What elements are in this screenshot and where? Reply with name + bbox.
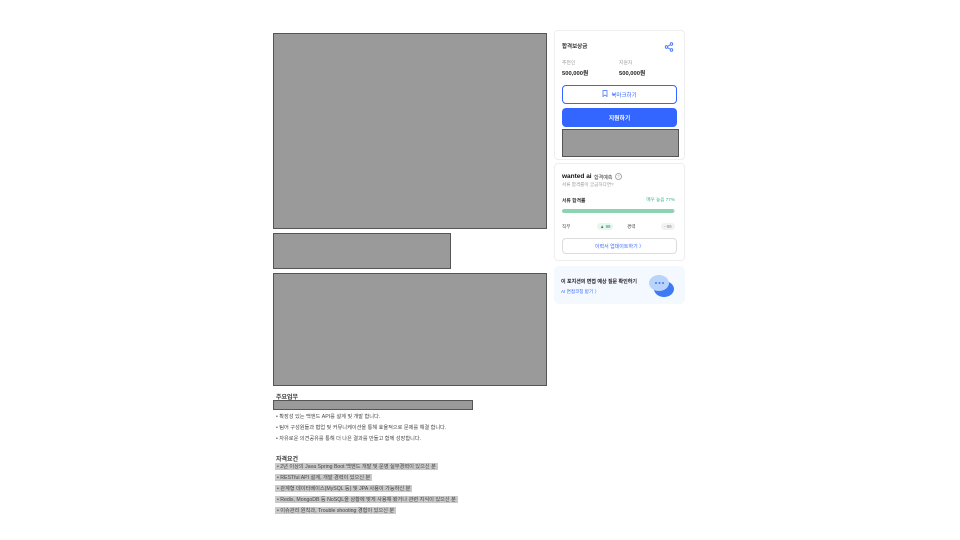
description-placeholder bbox=[273, 273, 547, 386]
chat-bubble-icon bbox=[647, 272, 677, 300]
duty-item: • 팀어 구성원들과 협업 및 커뮤니케이션을 통해 효율적으로 문제를 해결 … bbox=[276, 425, 447, 431]
duty-item: • 확장성 있는 백엔드 API를 설계 및 개발 합니다. bbox=[276, 414, 381, 420]
share-icon[interactable] bbox=[663, 40, 675, 52]
applicant-value: 500,000원 bbox=[619, 71, 646, 77]
referrer-label: 추천인 bbox=[562, 61, 576, 66]
requirements-title: 자격요건 bbox=[276, 457, 299, 463]
referrer-value: 500,000원 bbox=[562, 71, 589, 77]
applicant-label: 지원자 bbox=[619, 61, 633, 66]
update-resume-button[interactable]: 이력서 업데이트하기 〉 bbox=[562, 238, 677, 254]
bookmark-icon bbox=[602, 90, 608, 99]
reward-title: 합격보상금 bbox=[562, 44, 588, 50]
ai-prediction-card: wanted ai 합격예측 ? 서류 합격률이 궁금하다면? 서류 합격률 매… bbox=[554, 163, 685, 261]
duty-item: • 자유로운 의견공유를 통해 더 나은 결과를 만들고 함께 성장합니다. bbox=[276, 436, 422, 442]
pass-rate-label: 서류 합격률 bbox=[562, 199, 586, 204]
main-image-placeholder bbox=[273, 33, 547, 229]
duties-highlight-placeholder bbox=[273, 400, 473, 410]
reward-card: 합격보상금 추천인 지원자 500,000원 500,000원 북마크하기 지원… bbox=[554, 30, 685, 160]
interview-coaching-link[interactable]: AI 면접코칭 받기 〉 bbox=[561, 289, 599, 295]
requirement-item: • 2년 이상의 Java Spring Boot 백엔드 개발 및 운영 실무… bbox=[275, 463, 438, 470]
pass-rate-value: 매우 높음 77% bbox=[646, 197, 675, 202]
interview-coaching-card[interactable]: 이 포지션의 면접 예상 질문 확인하기 AI 면접코칭 받기 〉 bbox=[554, 266, 685, 304]
bookmark-label: 북마크하기 bbox=[611, 92, 637, 99]
interview-title: 이 포지션의 면접 예상 질문 확인하기 bbox=[561, 279, 637, 285]
job-metric-chip: ▲ 99 bbox=[597, 223, 614, 230]
pass-rate-bar-fill bbox=[562, 209, 674, 213]
ai-subtitle: 서류 합격률이 궁금하다면? bbox=[562, 182, 614, 187]
experience-metric-chip: - 99 bbox=[661, 223, 675, 230]
bookmark-button[interactable]: 북마크하기 bbox=[562, 85, 677, 104]
requirement-item: • RESTful API 설계, 개발 경력이 있으신 분 bbox=[275, 474, 373, 481]
requirement-item: • 이슈관리 원칙과, Trouble shooting 경험이 있으신 분 bbox=[275, 507, 397, 514]
experience-metric-label: 경력 bbox=[627, 224, 636, 229]
job-metric-label: 직무 bbox=[562, 224, 571, 229]
company-info-placeholder bbox=[273, 233, 451, 269]
ai-prediction-name: 합격예측 bbox=[594, 175, 613, 181]
reward-extra-placeholder bbox=[562, 129, 679, 157]
apply-button[interactable]: 지원하기 bbox=[562, 108, 677, 127]
wanted-ai-logo: wanted ai bbox=[562, 173, 592, 180]
info-icon[interactable]: ? bbox=[615, 173, 622, 180]
requirement-item: • Redis, MongoDB 등 NoSQL을 상황에 맞게 사용해 봤거나… bbox=[275, 496, 458, 503]
pass-rate-bar bbox=[562, 209, 675, 213]
requirement-item: • 관계형 데이터베이스(MySQL 등) 및 JPA 사용이 가능하신 분 bbox=[275, 485, 413, 492]
